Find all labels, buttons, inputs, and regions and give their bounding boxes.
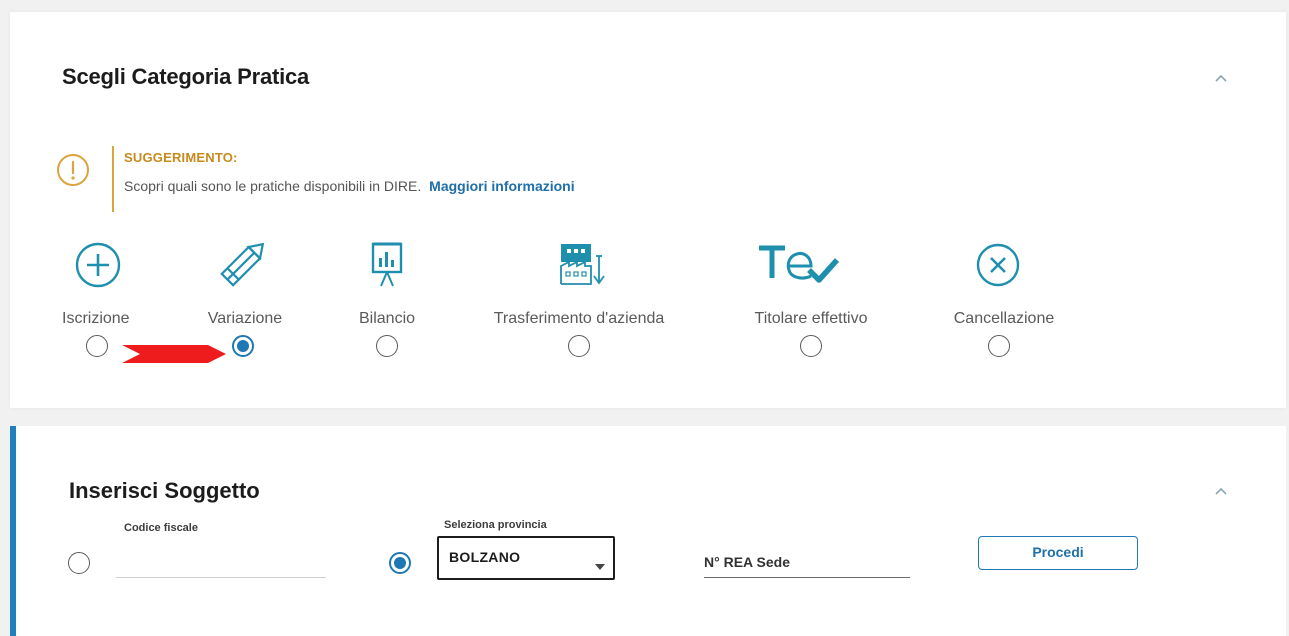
category-label-bilancio: Bilancio — [358, 310, 416, 327]
collapse-chevron-icon[interactable] — [1215, 74, 1227, 84]
radio-variazione[interactable] — [232, 335, 254, 357]
procedi-button[interactable]: Procedi — [978, 536, 1138, 570]
radio-cancellazione[interactable] — [988, 335, 1010, 357]
radio-bilancio[interactable] — [376, 335, 398, 357]
factory-transfer-icon — [479, 238, 679, 290]
provincia-label: Seleziona provincia — [444, 519, 547, 531]
category-label-trasferimento: Trasferimento d'azienda — [493, 310, 665, 327]
more-info-link[interactable]: Maggiori informazioni — [429, 178, 574, 194]
category-label-titolare: Titolare effettivo — [754, 310, 868, 327]
presentation-chart-icon — [287, 238, 487, 290]
radio-trasferimento[interactable] — [568, 335, 590, 357]
provincia-select[interactable]: BOLZANO — [437, 536, 615, 580]
hint-title: SUGGERIMENTO: — [124, 150, 238, 165]
x-circle-icon — [904, 238, 1104, 290]
te-check-icon — [711, 238, 911, 290]
category-section-title: Scegli Categoria Pratica — [62, 64, 310, 89]
category-label-cancellazione: Cancellazione — [953, 310, 1055, 327]
subject-section-title: Inserisci Soggetto — [69, 478, 260, 503]
warning-circle-icon — [56, 153, 90, 187]
hint-divider — [112, 146, 114, 212]
category-card: Scegli Categoria Pratica SUGGERIMENTO: S… — [10, 12, 1286, 408]
hint-text: Scopri quali sono le pratiche disponibil… — [124, 178, 575, 194]
radio-provincia[interactable] — [389, 552, 411, 574]
radio-codice-fiscale[interactable] — [68, 552, 90, 574]
provincia-select-value: BOLZANO — [449, 549, 521, 565]
radio-iscrizione[interactable] — [86, 335, 108, 357]
codice-fiscale-input[interactable] — [116, 554, 326, 578]
caret-down-icon — [595, 557, 605, 575]
rea-input[interactable]: N° REA Sede — [704, 542, 910, 578]
subject-card: Inserisci Soggetto Codice fiscale Selezi… — [10, 426, 1286, 636]
red-arrow-icon — [122, 345, 226, 368]
collapse-chevron-icon[interactable] — [1215, 487, 1227, 497]
radio-titolare[interactable] — [800, 335, 822, 357]
codice-fiscale-label: Codice fiscale — [124, 522, 198, 534]
rea-placeholder: N° REA Sede — [704, 554, 790, 570]
hint-text-body: Scopri quali sono le pratiche disponibil… — [124, 178, 422, 194]
